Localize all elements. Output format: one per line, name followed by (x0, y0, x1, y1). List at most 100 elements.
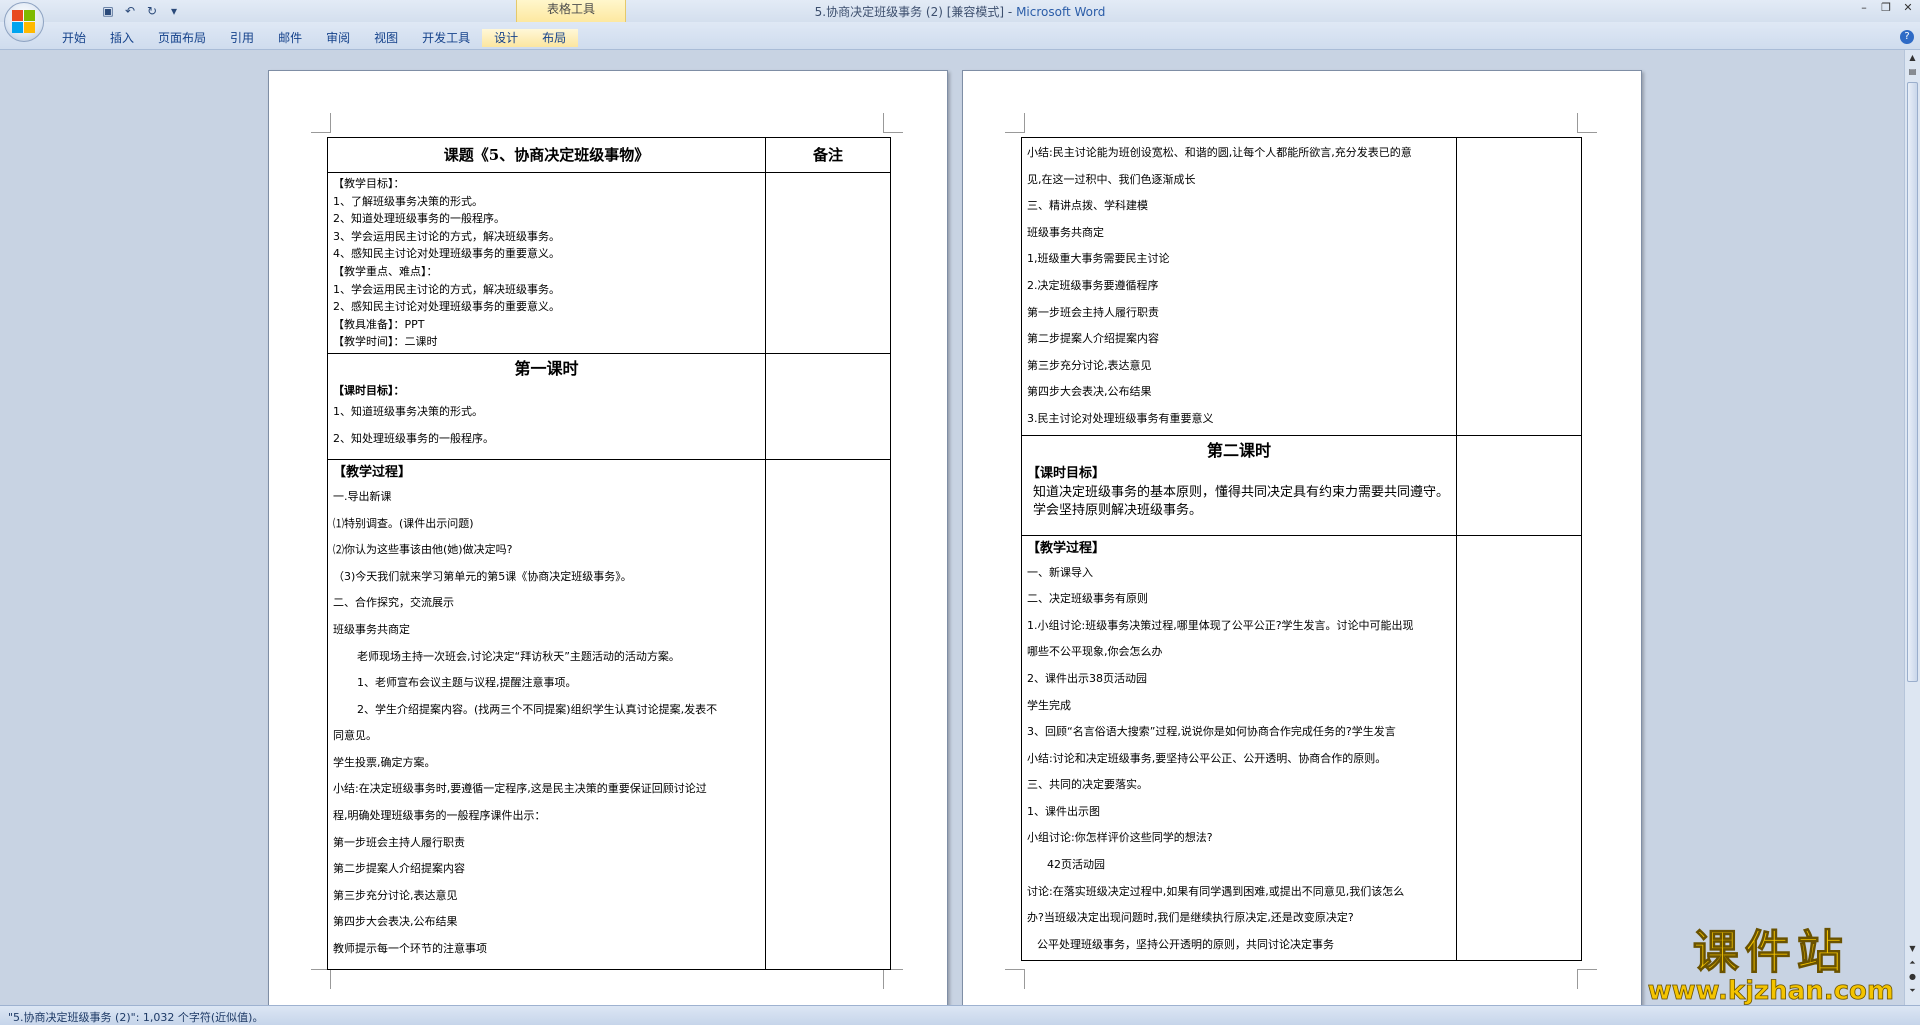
process-line: 第二步提案人介绍提案内容 (333, 862, 465, 876)
tab-review[interactable]: 审阅 (314, 29, 362, 47)
summary-line: 第一步班会主持人履行职责 (1027, 305, 1159, 319)
select-browse-object-icon[interactable]: ● (1907, 971, 1918, 983)
process-line: 小组讨论:你怎样评价这些同学的想法? (1027, 831, 1213, 845)
summary-cell[interactable]: 小结:民主讨论能为班创设宽松、和谐的圆,让每个人都能所欲言,充分发表已的意 见,… (1021, 137, 1457, 436)
window-title: 5.协商决定班级事务 (2) [兼容模式] - Microsoft Word (0, 3, 1920, 20)
process-line: 老师现场主持一次班会,讨论决定“拜访秋天”主题活动的活动方案。 (357, 649, 680, 663)
lesson1-title: 第一课时 (514, 358, 579, 378)
process-line: 学生完成 (1027, 698, 1071, 712)
lesson1-goal: 2、知处理班级事务的一般程序。 (333, 431, 494, 445)
lesson2-cell[interactable]: 第二课时 【课时目标】 知道决定班级事务的基本原则，懂得共同决定具有约束力需要共… (1021, 434, 1457, 536)
tab-home[interactable]: 开始 (50, 29, 98, 47)
objective-item: 4、感知民主讨论对处理班级事务的重要意义。 (333, 247, 560, 261)
summary-line: 三、精讲点拨、学科建模 (1027, 199, 1148, 213)
help-icon[interactable]: ? (1900, 30, 1914, 44)
process-line: 2、学生介绍提案内容。(找两三个不同提案)组织学生认真讨论提案,发表不 (357, 702, 718, 716)
notes-cell[interactable] (765, 352, 891, 460)
process-line: 1、老师宣布会议主题与议程,提醒注意事项。 (357, 676, 577, 690)
objective-item: 3、学会运用民主讨论的方式，解决班级事务。 (333, 229, 560, 243)
crop-mark (1577, 113, 1597, 133)
process-line: 班级事务共商定 (333, 622, 410, 636)
process-line: 第三步充分讨论,表达意见 (333, 888, 458, 902)
page-1: 课题《5、协商决定班级事物》 备注 【教学目标】： 1、了解班级事务决策的形式。… (268, 70, 948, 1015)
tab-developer[interactable]: 开发工具 (410, 29, 482, 47)
notes-cell[interactable] (765, 458, 891, 970)
objective-item: 2、知道处理班级事务的一般程序。 (333, 212, 505, 226)
notes-header[interactable]: 备注 (765, 137, 891, 173)
process-line: 公平处理班级事务，坚持公开透明的原则，共同讨论决定事务 (1037, 937, 1334, 951)
word-count-status[interactable]: "5.协商决定班级事务 (2)": 1,032 个字符(近似值)。 (8, 1009, 263, 1025)
process-line: 二、合作探究，交流展示 (333, 596, 454, 610)
process-line: 42页活动园 (1047, 858, 1105, 872)
summary-line: 1,班级重大事务需要民主讨论 (1027, 252, 1170, 266)
time-line: 【教学时间】：二课时 (333, 335, 438, 349)
previous-page-icon[interactable]: ⏶ (1907, 957, 1918, 969)
tab-insert[interactable]: 插入 (98, 29, 146, 47)
lesson1-goal-heading: 【课时目标】： (333, 383, 405, 397)
tab-references[interactable]: 引用 (218, 29, 266, 47)
lesson-table-continued: 小结:民主讨论能为班创设宽松、和谐的圆,让每个人都能所欲言,充分发表已的意 见,… (1021, 137, 1582, 962)
next-page-icon[interactable]: ⏷ (1907, 985, 1918, 997)
process-line: 一、新课导入 (1027, 565, 1093, 579)
scrollbar-thumb[interactable] (1907, 82, 1918, 682)
notes-cell[interactable] (1456, 434, 1582, 536)
materials-line: 【教具准备】：PPT (333, 317, 425, 331)
summary-line: 第四步大会表决,公布结果 (1027, 385, 1152, 399)
tab-design[interactable]: 设计 (482, 29, 531, 47)
lesson2-goal-text: 知道决定班级事务的基本原则，懂得共同决定具有约束力需要共同遵守。学会坚持原则解决… (1033, 484, 1450, 518)
restore-icon[interactable]: ❐ (1878, 1, 1894, 15)
process-line: 学生投票,确定方案。 (333, 755, 436, 769)
crop-mark (883, 969, 903, 989)
document-title: 5.协商决定班级事务 (2) [兼容模式] - (814, 5, 1017, 19)
ruler-toggle-icon[interactable]: ▤ (1907, 66, 1918, 78)
process-line: ⑵你认为这些事该由他(她)做决定吗? (333, 543, 513, 557)
objectives-cell[interactable]: 【教学目标】： 1、了解班级事务决策的形式。 2、知道处理班级事务的一般程序。 … (327, 172, 766, 354)
lesson1-goal: 1、知道班级事务决策的形式。 (333, 404, 483, 418)
summary-line: 第三步充分讨论,表达意见 (1027, 358, 1152, 372)
ribbon-tabs: 开始 插入 页面布局 引用 邮件 审阅 视图 开发工具 设计 布局 (50, 29, 579, 47)
scroll-up-icon[interactable]: ▲ (1907, 52, 1918, 64)
page-2: 小结:民主讨论能为班创设宽松、和谐的圆,让每个人都能所欲言,充分发表已的意 见,… (962, 70, 1642, 1015)
tab-layout[interactable]: 布局 (530, 29, 579, 47)
process-line: 三、共同的决定要落实。 (1027, 778, 1148, 792)
office-button[interactable] (4, 2, 44, 42)
keypoint-item: 1、学会运用民主讨论的方式，解决班级事务。 (333, 282, 560, 296)
process-line: 哪些不公平现象,你会怎么办 (1027, 645, 1163, 659)
lesson-title[interactable]: 课题《5、协商决定班级事物》 (327, 137, 766, 173)
minimize-icon[interactable]: – (1856, 1, 1872, 15)
lesson2-process-cell[interactable]: 【教学过程】 一、新课导入 二、决定班级事务有原则 1.小组讨论:班级事务决策过… (1021, 534, 1457, 962)
lesson2-title: 第二课时 (1206, 440, 1271, 460)
notes-cell[interactable] (1456, 137, 1582, 436)
process-heading: 【教学过程】 (1027, 540, 1106, 556)
crop-mark (1577, 969, 1597, 989)
process-line: 第一步班会主持人履行职责 (333, 835, 465, 849)
keypoints-heading: 【教学重点、难点】： (333, 264, 438, 278)
tab-page-layout[interactable]: 页面布局 (146, 29, 218, 47)
scroll-down-icon[interactable]: ▼ (1907, 943, 1918, 955)
objectives-heading: 【教学目标】： (333, 177, 405, 190)
lesson1-cell[interactable]: 第一课时 【课时目标】： 1、知道班级事务决策的形式。 2、知处理班级事务的一般… (327, 352, 766, 460)
vertical-scrollbar[interactable]: ▲ ▤ ▼ ⏶ ● ⏷ (1904, 50, 1920, 1005)
window-controls: – ❐ ✕ (1856, 1, 1916, 15)
process-cell[interactable]: 【教学过程】 一.导出新课 ⑴特别调查。(课件出示问题) ⑵你认为这些事该由他(… (327, 458, 766, 970)
objective-item: 1、了解班级事务决策的形式。 (333, 194, 483, 208)
notes-cell[interactable] (765, 172, 891, 354)
process-line: 讨论:在落实班级决定过程中,如果有同学遇到困难,或提出不同意见,我们该怎么 (1027, 884, 1405, 898)
site-watermark: 课件站 www.kjzhan.com (1647, 925, 1894, 1006)
tab-view[interactable]: 视图 (362, 29, 410, 47)
app-name: Microsoft Word (1016, 5, 1106, 19)
close-icon[interactable]: ✕ (1900, 1, 1916, 15)
crop-mark (311, 969, 331, 989)
tab-mailings[interactable]: 邮件 (266, 29, 314, 47)
keypoint-item: 2、感知民主讨论对处理班级事务的重要意义。 (333, 300, 560, 314)
process-line: 小结:在决定班级事务时,要遵循一定程序,这是民主决策的重要保证回顾讨论过 (333, 782, 707, 796)
process-line: 二、决定班级事务有原则 (1027, 592, 1148, 606)
process-line: 1、课件出示图 (1027, 804, 1100, 818)
summary-line: 3.民主讨论对处理班级事务有重要意义 (1027, 411, 1214, 425)
notes-cell[interactable] (1456, 534, 1582, 962)
process-line: 2、课件出示38页活动园 (1027, 671, 1147, 685)
watermark-logo-text: 课件站 (1692, 925, 1849, 979)
watermark-url: www.kjzhan.com (1647, 976, 1894, 1006)
process-line: 教师提示每一个环节的注意事项 (333, 942, 487, 956)
process-line: 第四步大会表决,公布结果 (333, 915, 458, 929)
